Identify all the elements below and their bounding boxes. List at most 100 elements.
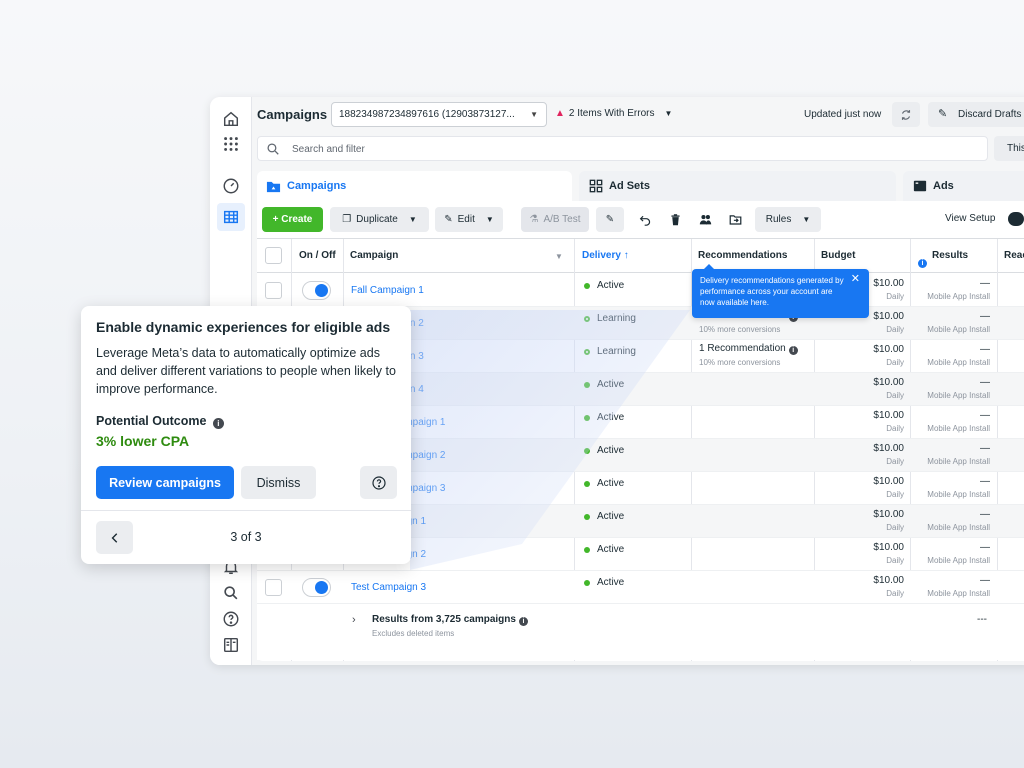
results-value: — bbox=[980, 344, 990, 355]
delivery-label: Active bbox=[597, 445, 625, 456]
chevron-down-icon: ▼ bbox=[802, 215, 811, 224]
recommendation-cell[interactable]: 1 Recommendationi 10% more conversions bbox=[699, 343, 798, 367]
delivery-status: Learning bbox=[584, 313, 636, 324]
campaign-toggle[interactable] bbox=[302, 578, 331, 597]
ad-account-value: 188234987234897616 (12903873127... bbox=[339, 109, 515, 120]
discard-drafts-button[interactable]: ✎ Discard Drafts bbox=[928, 102, 1024, 127]
budget-cell[interactable]: $10.00 Daily bbox=[812, 542, 904, 565]
budget-cell[interactable]: $10.00 Daily bbox=[812, 509, 904, 532]
refresh-icon bbox=[901, 109, 911, 120]
status-dot bbox=[584, 315, 590, 322]
campaign-name-link[interactable]: Fall Campaign 1 bbox=[351, 285, 424, 296]
inline-edit-button[interactable]: ✎ bbox=[596, 207, 624, 232]
dashboard-gauge-icon[interactable] bbox=[217, 172, 245, 200]
panel-toggle-icon[interactable] bbox=[217, 631, 245, 659]
duplicate-icon: ❐ bbox=[342, 214, 352, 225]
view-setup-toggle[interactable] bbox=[1008, 212, 1024, 226]
results-type: Mobile App Install bbox=[927, 292, 990, 301]
results-value: — bbox=[980, 509, 990, 520]
tab-campaigns[interactable]: Campaigns bbox=[257, 171, 572, 201]
undo-button[interactable] bbox=[631, 207, 659, 232]
export-button[interactable] bbox=[721, 207, 749, 232]
column-results[interactable]: Results bbox=[925, 239, 995, 273]
info-icon: i bbox=[518, 617, 528, 626]
budget-cell[interactable]: $10.00 Daily bbox=[812, 476, 904, 499]
edit-label: Edit bbox=[457, 214, 475, 225]
edit-button[interactable]: ✎ Edit ▼ bbox=[435, 207, 503, 232]
budget-cell[interactable]: $10.00 Daily bbox=[812, 344, 904, 367]
card-description: Leverage Meta’s data to automatically op… bbox=[96, 346, 396, 396]
rules-button[interactable]: Rules ▼ bbox=[755, 207, 821, 232]
audience-button[interactable] bbox=[691, 207, 719, 232]
chevron-right-icon[interactable]: › bbox=[352, 614, 356, 626]
budget-cell[interactable]: $10.00 Daily bbox=[812, 377, 904, 400]
table-row[interactable]: Test Campaign 3 Active $10.00 Daily — Mobi… bbox=[257, 571, 1024, 604]
select-all-checkbox[interactable] bbox=[265, 247, 282, 264]
budget-value: $10.00 bbox=[873, 278, 904, 289]
column-reach[interactable]: Reac bbox=[997, 239, 1024, 273]
info-icon: i bbox=[788, 346, 798, 355]
results-value: — bbox=[980, 410, 990, 421]
campaigns-table-icon[interactable] bbox=[217, 203, 245, 231]
budget-cell[interactable]: $10.00 Daily bbox=[812, 443, 904, 466]
budget-value: $10.00 bbox=[873, 575, 904, 586]
help-icon[interactable] bbox=[217, 605, 245, 633]
errors-dropdown[interactable]: ▲ 2 Items With Errors ▼ bbox=[555, 108, 672, 119]
apps-grid-icon[interactable] bbox=[217, 130, 245, 158]
delivery-label: Active bbox=[597, 280, 625, 291]
level-tabs: Campaigns Ad Sets Ads bbox=[257, 171, 1024, 201]
pagination-indicator: 3 of 3 bbox=[230, 530, 262, 544]
pencil-icon: ✎ bbox=[938, 108, 948, 120]
ad-account-select[interactable]: 188234987234897616 (12903873127... ▼ bbox=[331, 102, 547, 127]
status-dot bbox=[584, 348, 590, 355]
ad-icon bbox=[912, 179, 927, 194]
ab-test-button[interactable]: ⚗ A/B Test bbox=[521, 207, 589, 232]
results-value: — bbox=[980, 311, 990, 322]
search-icon[interactable] bbox=[217, 579, 245, 607]
refresh-button[interactable] bbox=[892, 102, 920, 127]
tab-ad-sets[interactable]: Ad Sets bbox=[579, 171, 896, 201]
table-header: On / Off Campaign ▼ Delivery ↑ Recommend… bbox=[257, 239, 1024, 273]
budget-cell[interactable]: $10.00 Daily bbox=[812, 410, 904, 433]
column-campaign[interactable]: Campaign bbox=[343, 239, 573, 273]
page-title: Campaigns bbox=[257, 107, 328, 122]
dismiss-button[interactable]: Dismiss bbox=[241, 466, 316, 499]
budget-value: $10.00 bbox=[873, 344, 904, 355]
results-cell: — Mobile App Install bbox=[912, 575, 990, 598]
tab-ad-sets-label: Ad Sets bbox=[609, 180, 650, 192]
row-checkbox[interactable] bbox=[265, 579, 282, 596]
chevron-down-icon: ▼ bbox=[555, 252, 563, 261]
folder-icon bbox=[266, 179, 281, 194]
delivery-status: Active bbox=[584, 478, 624, 489]
column-delivery[interactable]: Delivery ↑ bbox=[575, 239, 690, 273]
home-icon[interactable] bbox=[217, 105, 245, 133]
budget-cell[interactable]: $10.00 Daily bbox=[812, 575, 904, 598]
rules-label: Rules bbox=[765, 214, 792, 225]
date-range-button[interactable]: This bbox=[994, 136, 1024, 161]
campaign-toggle[interactable] bbox=[302, 281, 331, 300]
create-button[interactable]: + Create bbox=[262, 207, 323, 232]
results-cell: — Mobile App Install bbox=[912, 476, 990, 499]
column-budget[interactable]: Budget bbox=[814, 239, 909, 273]
card-divider bbox=[81, 510, 411, 511]
campaign-name-link[interactable]: Test Campaign 3 bbox=[351, 582, 426, 593]
status-dot bbox=[584, 447, 590, 454]
row-checkbox[interactable] bbox=[265, 282, 282, 299]
close-icon[interactable]: ✕ bbox=[851, 274, 860, 285]
review-campaigns-button[interactable]: Review campaigns bbox=[96, 466, 234, 499]
column-on-off[interactable]: On / Off bbox=[292, 239, 342, 273]
duplicate-button[interactable]: ❐ Duplicate ▼ bbox=[330, 207, 429, 232]
updated-status: Updated just now bbox=[804, 109, 882, 120]
status-dot bbox=[584, 282, 590, 289]
table-row[interactable]: Fall Campaign 1 Active $10.00 Daily — Mobi… bbox=[257, 274, 1024, 307]
delivery-status: Active bbox=[584, 412, 624, 423]
help-button[interactable] bbox=[360, 466, 397, 499]
status-dot bbox=[584, 414, 590, 421]
tab-ads[interactable]: Ads bbox=[903, 171, 1024, 201]
flask-icon: ⚗ bbox=[529, 214, 539, 225]
recommendation-label: 1 Recommendation bbox=[699, 343, 786, 354]
results-cell: — Mobile App Install bbox=[912, 443, 990, 466]
search-input[interactable] bbox=[292, 140, 892, 158]
delete-button[interactable] bbox=[661, 207, 689, 232]
info-icon[interactable]: i bbox=[212, 418, 224, 429]
